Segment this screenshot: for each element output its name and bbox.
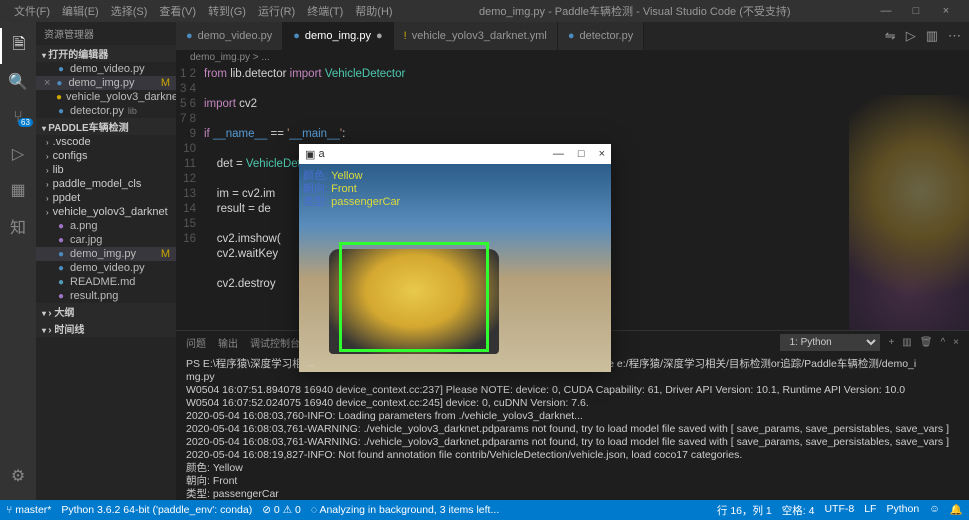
- status-branch[interactable]: ⑂ master*: [6, 504, 51, 516]
- menu-help[interactable]: 帮助(H): [349, 3, 398, 19]
- activity-bar: 🗎 🔍 ⑂63 ▷ ▦ 知 ⚙: [0, 22, 36, 500]
- status-feedback-icon[interactable]: ☺: [929, 503, 940, 518]
- status-python[interactable]: Python 3.6.2 64-bit ('paddle_env': conda…: [61, 504, 252, 516]
- kill-terminal-icon[interactable]: 🗑: [920, 337, 933, 348]
- popup-close[interactable]: ×: [599, 148, 605, 160]
- tree-folder[interactable]: ppdet: [36, 191, 176, 205]
- terminal-output[interactable]: PS E:\程序猿\深度学习相关\目标检测or追踪\Paddle车辆检测> /p…: [176, 354, 969, 500]
- editor-tab[interactable]: ! vehicle_yolov3_darknet.yml: [394, 22, 558, 50]
- explorer-icon[interactable]: 🗎: [0, 28, 36, 64]
- tree-folder[interactable]: lib: [36, 163, 176, 177]
- titlebar: 文件(F) 编辑(E) 选择(S) 查看(V) 转到(G) 运行(R) 终端(T…: [0, 0, 969, 22]
- tree-file[interactable]: ● README.md: [36, 275, 176, 289]
- source-control-icon[interactable]: ⑂63: [0, 100, 36, 136]
- status-ln-col[interactable]: 行 16，列 1: [717, 503, 772, 518]
- tree-file[interactable]: ● result.png: [36, 289, 176, 303]
- menu-selection[interactable]: 选择(S): [105, 3, 154, 19]
- panel-tab-debug[interactable]: 调试控制台: [250, 335, 300, 350]
- terminal-selector[interactable]: 1: Python: [780, 334, 880, 351]
- extensions-icon[interactable]: ▦: [0, 172, 36, 208]
- maximize-button[interactable]: □: [901, 5, 931, 17]
- status-spaces[interactable]: 空格: 4: [782, 503, 815, 518]
- open-editor-item[interactable]: ● vehicle_yolov3_darknet.yml c...: [36, 90, 176, 104]
- tree-file[interactable]: ● car.jpg: [36, 233, 176, 247]
- detection-overlay: 颜色: Yellow 朝向: Front 类型: passengerCar: [303, 170, 400, 209]
- new-terminal-icon[interactable]: +: [888, 337, 894, 348]
- status-language[interactable]: Python: [886, 503, 919, 518]
- statusbar: ⑂ master* Python 3.6.2 64-bit ('paddle_e…: [0, 500, 969, 520]
- menu-go[interactable]: 转到(G): [202, 3, 252, 19]
- panel-tab-problems[interactable]: 问题: [186, 335, 206, 350]
- outline-section[interactable]: › 大纲: [36, 303, 176, 320]
- tree-folder[interactable]: paddle_model_cls: [36, 177, 176, 191]
- menu-bar: 文件(F) 编辑(E) 选择(S) 查看(V) 转到(G) 运行(R) 终端(T…: [8, 3, 399, 19]
- watermark: ...: [307, 358, 315, 368]
- tree-file[interactable]: ● demo_video.py: [36, 261, 176, 275]
- window-title: demo_img.py - Paddle车辆检测 - Visual Studio…: [399, 3, 871, 19]
- breadcrumb[interactable]: demo_img.py > ...: [176, 50, 969, 65]
- tree-file[interactable]: ● a.png: [36, 219, 176, 233]
- close-panel-icon[interactable]: ×: [953, 337, 959, 348]
- tree-folder[interactable]: .vscode: [36, 135, 176, 149]
- image-preview-window[interactable]: ▣ a — □ × 颜色: Yellow 朝向: Front 类型: passe…: [299, 144, 611, 372]
- tree-folder[interactable]: configs: [36, 149, 176, 163]
- search-icon[interactable]: 🔍: [0, 64, 36, 100]
- open-editor-item[interactable]: ● detector.py lib: [36, 104, 176, 118]
- open-editors-section[interactable]: 打开的编辑器: [36, 45, 176, 62]
- compare-icon[interactable]: ⇋: [885, 28, 896, 44]
- menu-run[interactable]: 运行(R): [252, 3, 301, 19]
- status-eol[interactable]: LF: [864, 503, 876, 518]
- menu-terminal[interactable]: 终端(T): [301, 3, 349, 19]
- split-icon[interactable]: ▥: [926, 28, 938, 44]
- menu-view[interactable]: 查看(V): [153, 3, 202, 19]
- popup-minimize[interactable]: —: [553, 148, 564, 160]
- popup-icon: ▣: [305, 148, 315, 161]
- minimize-button[interactable]: —: [871, 5, 901, 17]
- tree-file[interactable]: ● demo_img.pyM: [36, 247, 176, 261]
- detection-bbox: [339, 242, 489, 352]
- editor-tab[interactable]: ● detector.py: [558, 22, 644, 50]
- status-errors[interactable]: ⊘ 0 ⚠ 0: [262, 504, 301, 516]
- panel-tab-output[interactable]: 输出: [218, 335, 238, 350]
- menu-file[interactable]: 文件(F): [8, 3, 56, 19]
- popup-maximize[interactable]: □: [578, 148, 585, 160]
- settings-gear-icon[interactable]: ⚙: [0, 458, 36, 494]
- status-background[interactable]: ◌ Analyzing in background, 3 items left.…: [311, 504, 499, 516]
- open-editor-item[interactable]: × ● demo_img.pyM: [36, 76, 176, 90]
- menu-edit[interactable]: 编辑(E): [56, 3, 105, 19]
- close-button[interactable]: ×: [931, 5, 961, 17]
- popup-titlebar[interactable]: ▣ a — □ ×: [299, 144, 611, 164]
- editor-tabs: ● demo_video.py● demo_img.py ●! vehicle_…: [176, 22, 969, 50]
- timeline-section[interactable]: › 时间线: [36, 320, 176, 337]
- sidebar-title: 资源管理器: [36, 22, 176, 45]
- project-section[interactable]: PADDLE车辆检测: [36, 118, 176, 135]
- editor-tab[interactable]: ● demo_img.py ●: [283, 22, 393, 50]
- status-bell-icon[interactable]: 🔔: [950, 503, 963, 518]
- editor-tab[interactable]: ● demo_video.py: [176, 22, 283, 50]
- run-debug-icon[interactable]: ▷: [0, 136, 36, 172]
- popup-image: 颜色: Yellow 朝向: Front 类型: passengerCar ..…: [299, 164, 611, 372]
- more-icon[interactable]: ⋯: [948, 28, 961, 44]
- split-terminal-icon[interactable]: ▥: [902, 337, 911, 348]
- run-icon[interactable]: ▷: [906, 28, 916, 44]
- scm-badge: 63: [18, 118, 33, 127]
- tree-folder[interactable]: vehicle_yolov3_darknet: [36, 205, 176, 219]
- popup-title: a: [318, 148, 324, 160]
- status-encoding[interactable]: UTF-8: [824, 503, 854, 518]
- maximize-panel-icon[interactable]: ^: [940, 337, 945, 348]
- extra-icon[interactable]: 知: [0, 208, 36, 244]
- sidebar: 资源管理器 打开的编辑器 ● demo_video.py× ● demo_img…: [36, 22, 176, 500]
- open-editor-item[interactable]: ● demo_video.py: [36, 62, 176, 76]
